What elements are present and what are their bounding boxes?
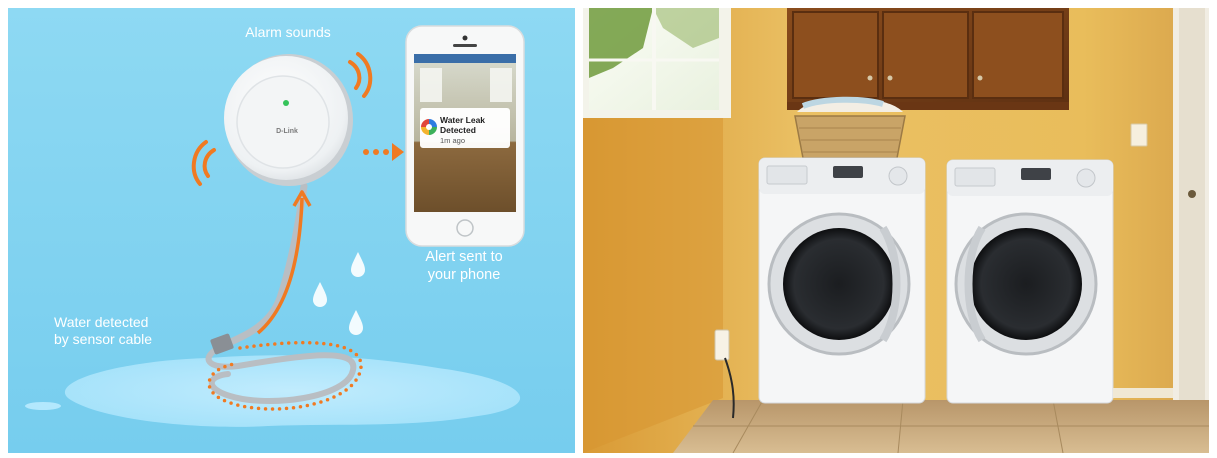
dryer-drum xyxy=(970,228,1082,340)
leak-sensor-face xyxy=(236,75,330,169)
status-led xyxy=(283,100,289,106)
alert-label: Alert sent to your phone xyxy=(404,249,524,284)
water-label-line2: by sensor cable xyxy=(54,331,153,348)
notification-time: 1m ago xyxy=(440,135,466,145)
washer-drum xyxy=(783,228,895,340)
door-knob xyxy=(1188,190,1196,198)
infographic-artwork xyxy=(8,8,575,453)
leak-sensor-infographic: D-Link Water Leak Detected 1m ago Alarm … xyxy=(8,8,575,453)
alert-label-line1: Alert sent to xyxy=(425,249,503,265)
wall-outlet xyxy=(714,329,730,361)
device-brand: D-Link xyxy=(276,128,298,135)
laundry-room-artwork xyxy=(583,8,1209,453)
notification-app-icon xyxy=(421,119,437,135)
notification-title-2: Detected xyxy=(440,124,476,135)
alarm-label: Alarm sounds xyxy=(245,24,331,40)
alert-label-line2: your phone xyxy=(427,266,501,283)
water-splash xyxy=(25,402,61,410)
notification-title-1: Water Leak xyxy=(440,115,486,125)
water-label-line1: Water detected xyxy=(54,314,149,330)
laundry-room-photo xyxy=(583,8,1209,453)
water-label: Water detected by sensor cable xyxy=(54,314,200,348)
notification-text: Water Leak Detected 1m ago xyxy=(440,115,508,145)
light-switch xyxy=(1130,123,1148,147)
